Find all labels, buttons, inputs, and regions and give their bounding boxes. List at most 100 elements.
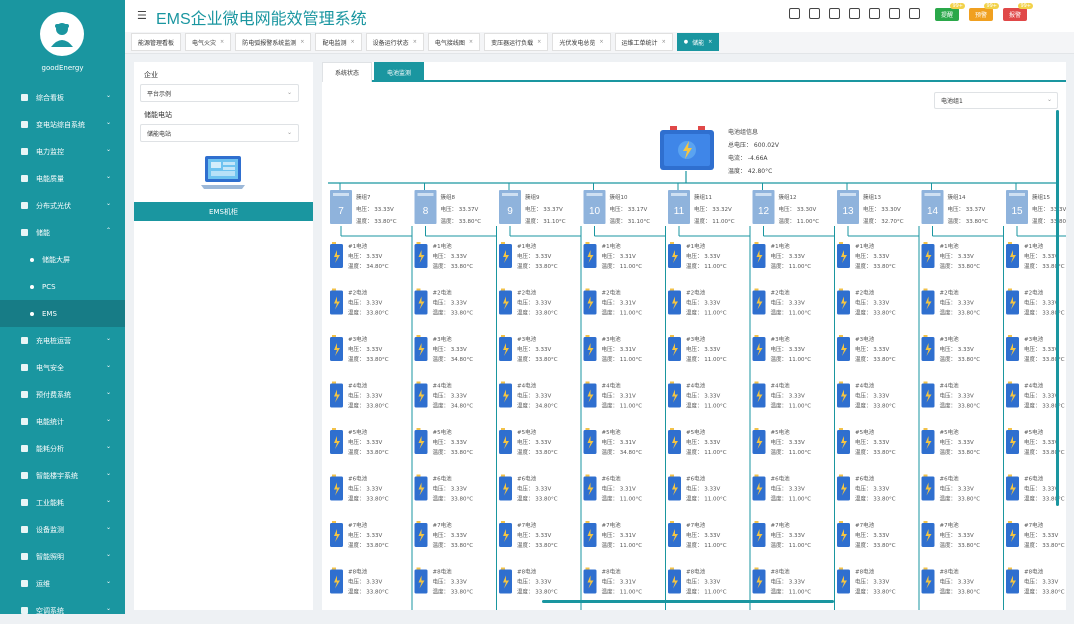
close-icon[interactable]: ×: [469, 39, 473, 45]
cell-voltage: 电压： 3.33V: [855, 299, 889, 307]
alert-badge[interactable]: 预警 99+: [969, 3, 999, 21]
cluster-icon-stripe: [755, 193, 772, 196]
cell-name: #3电池: [348, 335, 368, 343]
nav-tab[interactable]: 电气火灾 ×: [185, 33, 232, 51]
cell-temp: 温度： 33.80°C: [348, 588, 389, 596]
alert-badge[interactable]: 提醒 99+: [935, 3, 965, 21]
cell-temp: 温度： 34.80°C: [433, 355, 474, 363]
sidebar-item[interactable]: PCS: [0, 273, 125, 300]
cell-temp: 温度： 33.80°C: [433, 495, 474, 503]
company-select[interactable]: 平台示例 ⌄: [140, 84, 299, 102]
sidebar-item[interactable]: 运维 ⌄: [0, 570, 125, 597]
cell-temp: 温度： 33.80°C: [433, 588, 474, 596]
qr-icon[interactable]: [869, 8, 880, 19]
settings-icon[interactable]: [909, 8, 920, 19]
nav-tab[interactable]: ● 储能 ×: [676, 33, 720, 51]
search-icon[interactable]: [809, 8, 820, 19]
sidebar-item[interactable]: 电能质量 ⌄: [0, 165, 125, 192]
menu-item-icon: [21, 175, 28, 182]
close-icon[interactable]: ×: [708, 39, 712, 45]
sidebar-item[interactable]: 分布式光伏 ⌄: [0, 192, 125, 219]
nav-tab[interactable]: 光伏发电总览 ×: [552, 33, 611, 51]
nav-tab[interactable]: 防电弧报警系统监测 ×: [235, 33, 312, 51]
sidebar-item[interactable]: 储能大屏: [0, 246, 125, 273]
sidebar-item[interactable]: 能耗分析 ⌄: [0, 435, 125, 462]
cluster-grid: 7 簇组7 电压： 33.33V 温度： 33.80°C #1电池电压： 3.33V 温度…: [328, 171, 1066, 610]
cell-temp: 温度： 33.80°C: [855, 309, 896, 317]
shirt-icon[interactable]: [889, 8, 900, 19]
close-icon[interactable]: ×: [350, 39, 354, 45]
cell-temp: 温度： 33.80°C: [940, 495, 981, 503]
mute-icon[interactable]: [829, 8, 840, 19]
cell-temp: 温度： 11.00°C: [602, 495, 643, 503]
cluster-voltage: 电压： 33.17V: [610, 205, 648, 213]
battery-cap: [501, 428, 505, 430]
sidebar-item[interactable]: 储能 ⌃: [0, 219, 125, 246]
close-icon[interactable]: ×: [413, 39, 417, 45]
menu-item-icon: [21, 364, 28, 371]
menu-toggle-icon[interactable]: ☰: [137, 9, 147, 22]
sidebar-item[interactable]: 电气安全 ⌄: [0, 354, 125, 381]
tabs-bar: 能源管理看板 电气火灾 × 防电弧报警系统监测 × 配电监测 × 设备运行状态 × 电气接线图 × 变…: [125, 32, 1074, 54]
cell-name: #7电池: [855, 521, 875, 529]
battery-cap: [585, 474, 590, 477]
ems-cabinet-button[interactable]: EMS机柜: [134, 202, 313, 221]
nav-tab[interactable]: 运维工单统计 ×: [614, 33, 673, 51]
cell-voltage: 电压： 3.33V: [940, 531, 974, 539]
sidebar-item[interactable]: 预付费系统 ⌄: [0, 381, 125, 408]
sidebar-item[interactable]: 智能楼宇系统 ⌄: [0, 462, 125, 489]
battery-cap: [839, 335, 843, 337]
sidebar-item[interactable]: 变电站综自系统 ⌄: [0, 111, 125, 138]
horizontal-scrollbar[interactable]: [542, 600, 834, 603]
alert-badge-count: 99+: [950, 3, 965, 9]
fullscreen-icon[interactable]: [789, 8, 800, 19]
cell-voltage: 电压： 3.33V: [348, 299, 382, 307]
sidebar-item[interactable]: 智能照明 ⌄: [0, 543, 125, 570]
sidebar-item[interactable]: 设备监测 ⌄: [0, 516, 125, 543]
sidebar-item[interactable]: 电力监控 ⌄: [0, 138, 125, 165]
sidebar-item-label: 综合看板: [36, 93, 64, 102]
sidebar-item[interactable]: 电能统计 ⌄: [0, 408, 125, 435]
cell-temp: 温度： 34.80°C: [348, 262, 389, 270]
sidebar-item[interactable]: 综合看板 ⌄: [0, 84, 125, 111]
cell-name: #6电池: [1024, 475, 1044, 483]
refresh-icon[interactable]: [849, 8, 860, 19]
avatar[interactable]: [40, 12, 84, 56]
sidebar-item[interactable]: 工业能耗 ⌄: [0, 489, 125, 516]
cluster-voltage: 电压： 33.30V: [779, 205, 817, 213]
nav-tab[interactable]: 电气接线图 ×: [427, 33, 481, 51]
battery-cap: [416, 521, 421, 523]
chevron-down-icon: ⌄: [105, 200, 111, 207]
cell-voltage: 电压： 3.31V: [602, 392, 636, 400]
cell-voltage: 电压： 3.33V: [1024, 345, 1058, 353]
close-icon[interactable]: ×: [300, 39, 304, 45]
close-icon[interactable]: ×: [220, 39, 224, 45]
close-icon[interactable]: ×: [537, 39, 541, 45]
battery-cap: [923, 474, 928, 477]
cluster-voltage: 电压： 33.37V: [441, 205, 479, 213]
cluster-icon-stripe: [840, 193, 856, 196]
cell-voltage: 电压： 3.33V: [771, 299, 805, 307]
nav-tab[interactable]: 设备运行状态 ×: [365, 33, 424, 51]
alert-badge[interactable]: 报警 99+: [1003, 3, 1033, 21]
sidebar-item[interactable]: 充电桩运营 ⌄: [0, 327, 125, 354]
battery-cap: [1008, 242, 1012, 244]
nav-tab[interactable]: 能源管理看板: [131, 33, 182, 51]
cell-name: #1电池: [1024, 242, 1044, 250]
battery-cap: [501, 288, 505, 291]
cell-voltage: 电压： 3.33V: [517, 485, 551, 493]
close-icon[interactable]: ×: [662, 39, 666, 45]
battery-cap: [754, 567, 759, 570]
nav-tab[interactable]: 配电监测 ×: [315, 33, 362, 51]
chevron-down-icon: ⌄: [105, 470, 111, 477]
vertical-scrollbar[interactable]: [1056, 110, 1059, 506]
cell-name: #1电池: [348, 242, 368, 250]
sidebar-item[interactable]: EMS: [0, 300, 125, 327]
cell-name: #8电池: [855, 568, 875, 576]
close-icon[interactable]: ×: [599, 39, 603, 45]
cluster-name: 簇组14: [948, 193, 966, 201]
sidebar-item[interactable]: 空调系统 ⌄: [0, 597, 125, 624]
cell-temp: 温度： 33.80°C: [433, 309, 474, 317]
nav-tab[interactable]: 变压器运行负载 ×: [484, 33, 549, 51]
station-select[interactable]: 储能电站 ⌄: [140, 124, 299, 142]
